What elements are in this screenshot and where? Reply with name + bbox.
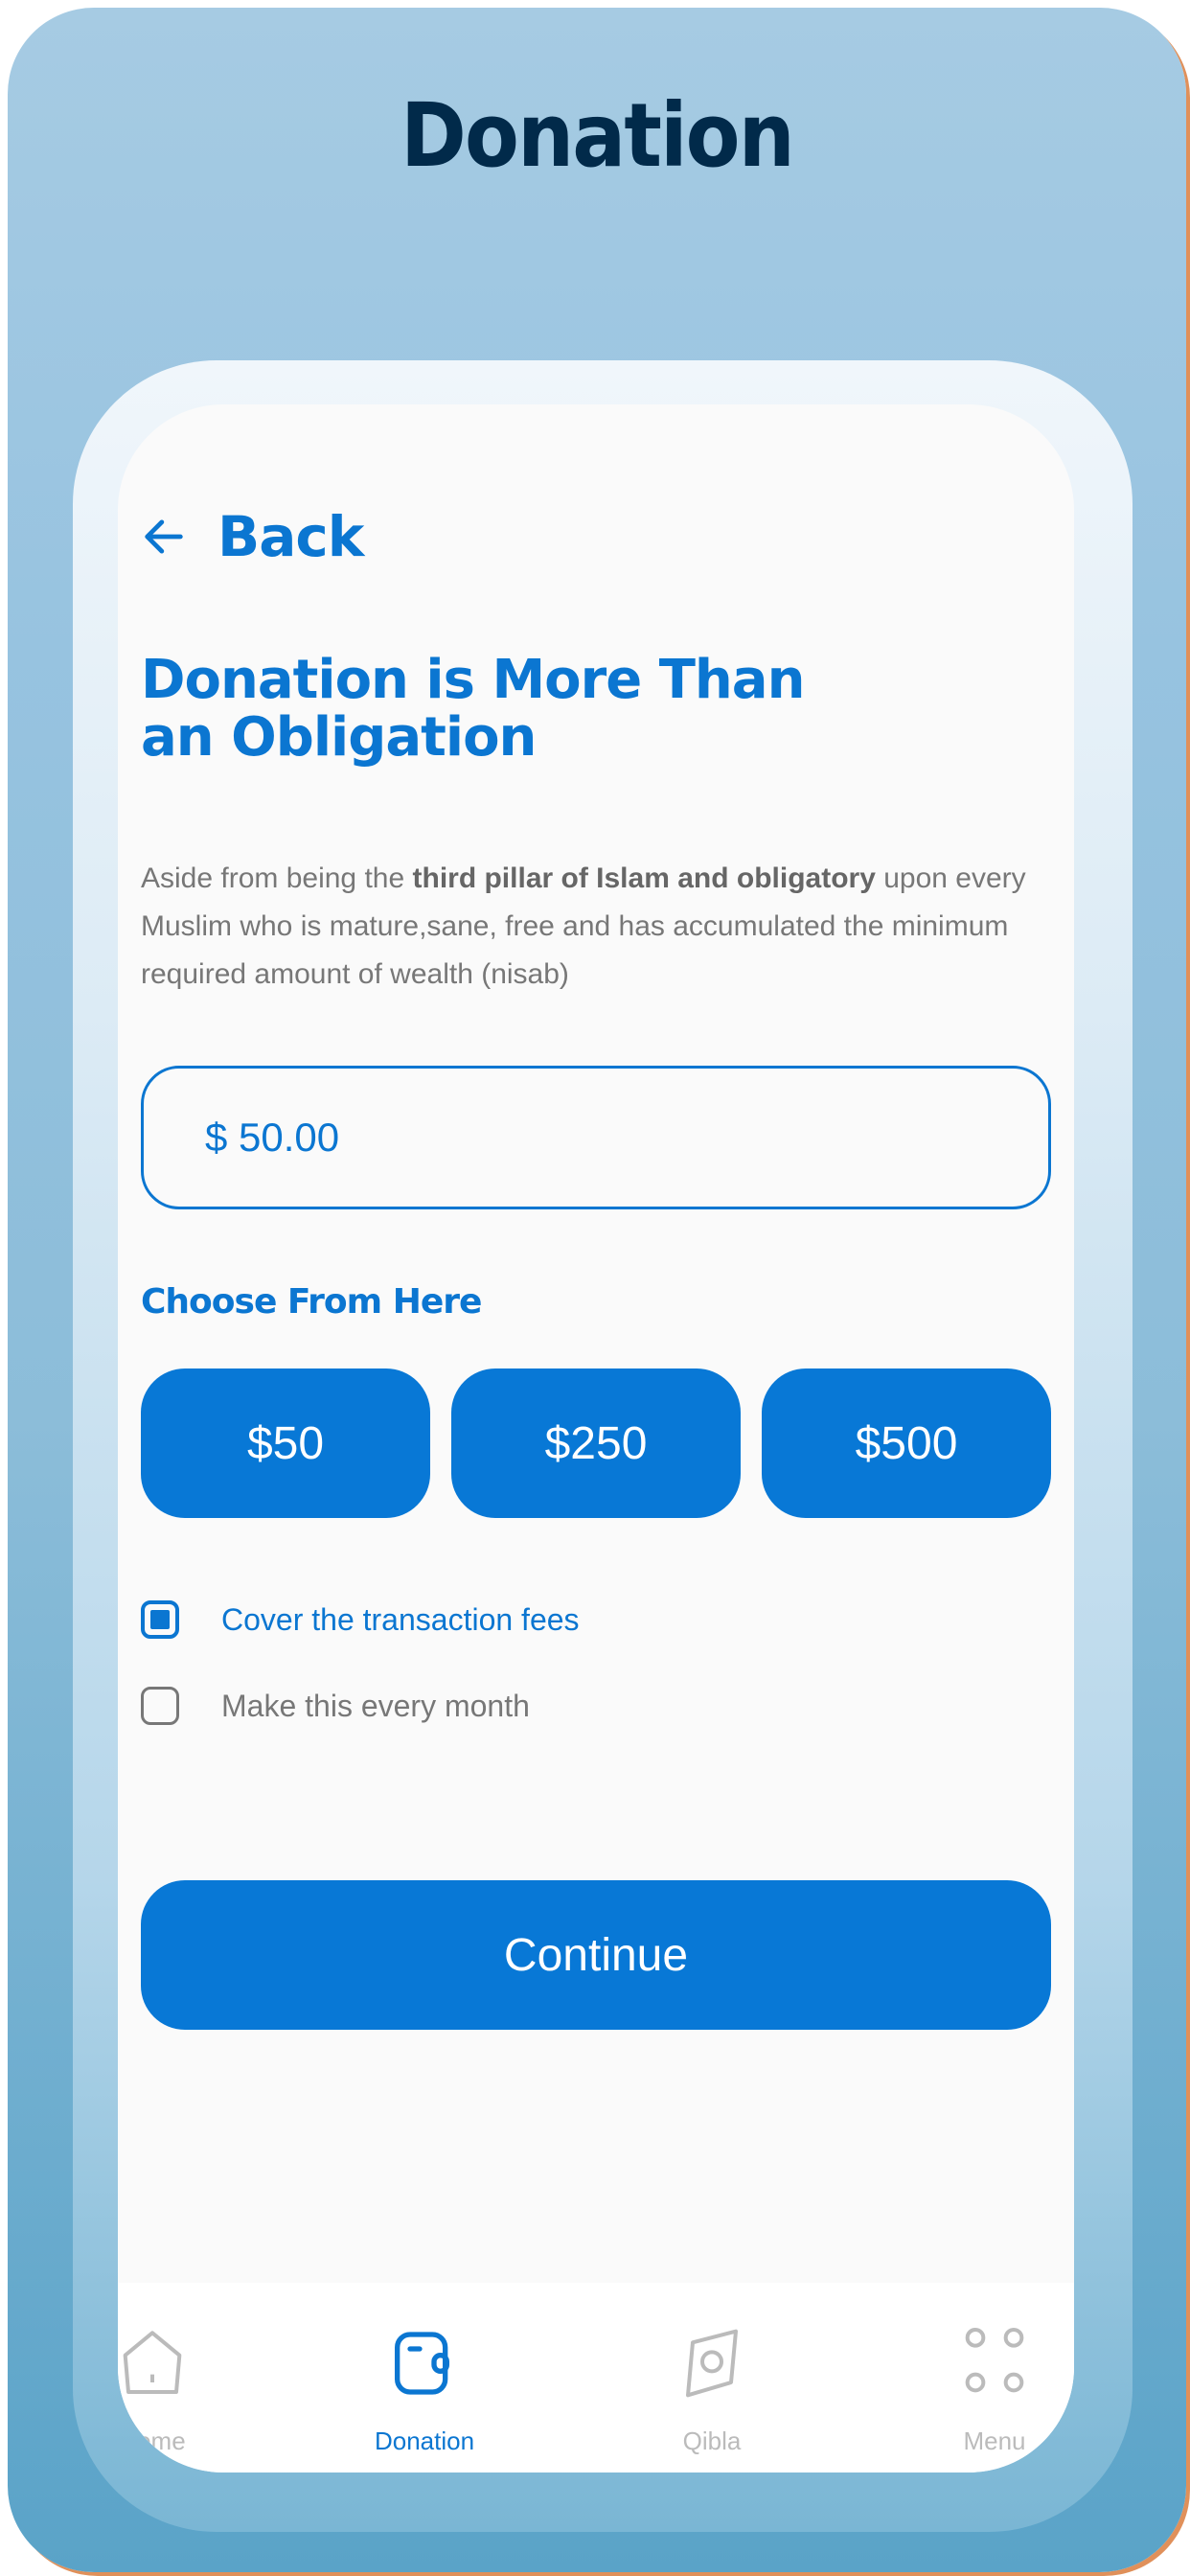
tab-home-label: Home	[119, 2426, 186, 2455]
tab-donation[interactable]: Donation	[367, 2325, 482, 2456]
monthly-label: Make this every month	[221, 1688, 530, 1723]
wallet-icon	[395, 2332, 449, 2395]
grid-dots-icon	[965, 2328, 1024, 2393]
home-icon	[123, 2331, 182, 2394]
cover-fees-option[interactable]: Cover the transaction fees	[141, 1600, 580, 1639]
cover-fees-checkbox[interactable]	[141, 1600, 179, 1639]
cover-fees-label: Cover the transaction fees	[221, 1601, 580, 1637]
amount-value: $ 50.00	[205, 1115, 340, 1160]
monthly-checkbox[interactable]	[141, 1687, 179, 1725]
preset-250-button[interactable]: $250	[451, 1368, 741, 1518]
description-bold: third pillar of Islam and obligatory	[412, 862, 876, 894]
donation-screen: Back Donation is More Than an Obligation…	[118, 404, 1074, 2472]
description-prefix: Aside from being the	[141, 862, 413, 894]
preset-amounts: $50 $250 $500	[141, 1368, 1051, 1518]
tab-home[interactable]: Home	[118, 2325, 210, 2456]
monthly-option[interactable]: Make this every month	[141, 1687, 530, 1725]
tab-menu-label: Menu	[963, 2426, 1026, 2455]
page-title: Donation	[400, 84, 795, 187]
back-button[interactable]: Back	[139, 504, 364, 569]
tab-qibla-label: Qibla	[682, 2426, 742, 2455]
tab-qibla[interactable]: Qibla	[654, 2325, 769, 2456]
arrow-left-icon	[145, 519, 183, 554]
amount-input[interactable]: $ 50.00	[141, 1066, 1051, 1209]
tab-menu[interactable]: Menu	[937, 2325, 1052, 2456]
tab-donation-label: Donation	[374, 2426, 475, 2455]
bottom-tab-bar: Home Donation Qibla Menu	[118, 2283, 1074, 2472]
compass-icon	[686, 2329, 738, 2398]
choose-label: Choose From Here	[141, 1282, 482, 1322]
description-text: Aside from being the third pillar of Isl…	[141, 855, 1061, 999]
continue-button[interactable]: Continue	[141, 1880, 1051, 2030]
preset-500-button[interactable]: $500	[762, 1368, 1051, 1518]
section-heading: Donation is More Than an Obligation	[141, 649, 805, 769]
preset-50-button[interactable]: $50	[141, 1368, 430, 1518]
back-label: Back	[217, 504, 364, 569]
